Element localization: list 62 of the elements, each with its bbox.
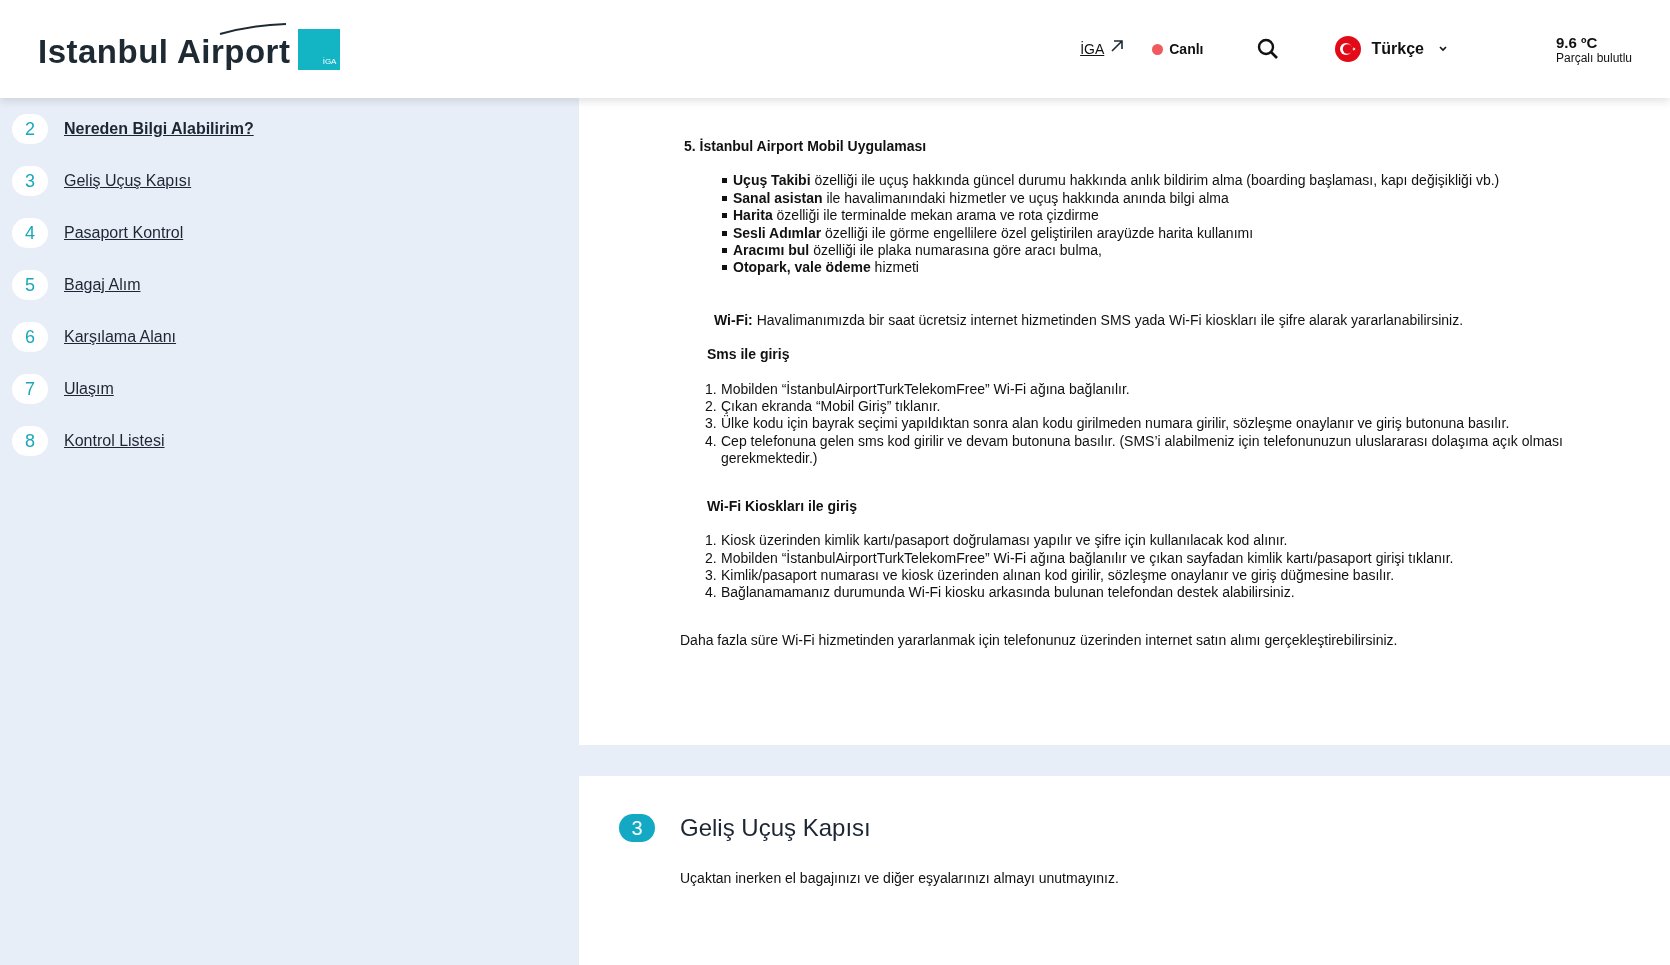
sidebar-link[interactable]: Pasaport Kontrol: [64, 224, 184, 242]
sidebar-link[interactable]: Geliş Uçuş Kapısı: [64, 172, 192, 190]
paragraph: Uçaktan inerken el bagajınızı ve diğer eşyalarınızı almayı unutmayınız.: [680, 870, 1120, 886]
list-item: Bağlanamamanız durumunda Wi-Fi kiosku arkasında bulunan telefondan destek alabilirsiniz.: [721, 584, 1295, 602]
list-item: Mobilden “İstanbulAirportTurkTelekomFree” Wi-Fi ağına bağlanılır.: [721, 380, 1130, 399]
subheading: Wi-Fi Kioskları ile giriş: [707, 497, 859, 516]
swoosh-icon: [218, 22, 288, 35]
search-icon[interactable]: [1257, 38, 1280, 60]
external-link-icon: [1110, 39, 1125, 53]
paragraph: Wi-Fi: Havalimanımızda bir saat ücretsiz internet hizmetinden SMS yada Wi-Fi kioskları ile şifre alarak yararlanabilirsiniz.: [714, 311, 1465, 330]
section-heading: 5. İstanbul Airport Mobil Uygulaması: [684, 138, 928, 156]
list-item: Cep telefonuna gelen sms kod girilir ve devam butonuna basılır. (SMS’i alabilmeniz için telefonunuzun uluslararası dolaşıma açık olması gerekmektedir.): [721, 432, 1564, 468]
live-label[interactable]: Canlı: [1169, 41, 1204, 57]
list-item: Sesli Adımlar özelliği ile görme engellilere özel geliştirilen arayüzde harita kullanımı: [733, 224, 1254, 243]
list-number: 3.: [705, 415, 718, 433]
bullet-icon: [722, 213, 727, 219]
weather-condition: Parçalı bulutlu: [1555, 50, 1632, 65]
list-number: 4.: [705, 432, 718, 451]
list-number: 3.: [705, 566, 718, 585]
sidebar-link[interactable]: Kontrol Listesi: [64, 432, 165, 450]
sidebar-link[interactable]: Nereden Bilgi Alabilirim?: [64, 120, 254, 138]
list-item: Sanal asistan ile havalimanındaki hizmetler ve uçuş hakkında anında bilgi alma: [733, 189, 1229, 208]
sidebar-link[interactable]: Karşılama Alanı: [64, 328, 177, 346]
language-select[interactable]: Türkçe: [1371, 40, 1424, 58]
list-item: Harita özelliği ile terminalde mekan arama ve rota çizdirme: [733, 207, 1099, 225]
step-number: 3: [619, 814, 655, 842]
list-number: 2.: [705, 549, 718, 567]
flag-icon: [1335, 36, 1362, 62]
logo-text[interactable]: Istanbul Airport: [38, 34, 291, 68]
step-number: 3: [12, 166, 48, 196]
bullet-icon: [722, 265, 727, 271]
section-title: Geliş Uçuş Kapısı: [680, 814, 871, 842]
iga-link[interactable]: İGA: [1080, 41, 1105, 57]
logo-badge: İGA: [298, 28, 341, 70]
sidebar-link[interactable]: Bagaj Alım: [64, 276, 141, 294]
list-number: 4.: [705, 584, 718, 602]
bullet-icon: [722, 230, 727, 236]
list-item: Mobilden “İstanbulAirportTurkTelekomFree” Wi-Fi ağına bağlanılır ve çıkan sayfadan kimlik kartı/pasaport girişi tıklanır.: [721, 549, 1454, 567]
paragraph: Daha fazla süre Wi-Fi hizmetinden yararlanmak için telefonunuz üzerinden internet satın alımı gerçekleştirebilirsiniz.: [680, 631, 1399, 650]
step-number: 7: [12, 374, 48, 404]
list-number: 2.: [705, 398, 718, 416]
list-item: Uçuş Takibi özelliği ile uçuş hakkında güncel durumu hakkında anlık bildirim alma (boarding başlaması, kapı değişikliği vb.): [733, 172, 1500, 190]
temperature: 9.6 ºC: [1555, 33, 1599, 51]
list-item: Çıkan ekranda “Mobil Giriş” tıklanır.: [721, 398, 941, 415]
list-item: Aracımı bul özelliği ile plaka numarasına göre aracı bulma,: [733, 242, 1102, 260]
list-item: Kimlik/pasaport numarası ve kiosk üzerinden alınan kod girilir, sözleşme onaylanır ve giriş düğmesine basılır.: [721, 566, 1395, 585]
step-number: 6: [12, 322, 48, 352]
subheading: Sms ile giriş: [707, 346, 791, 364]
sidebar-link[interactable]: Ulaşım: [64, 380, 114, 398]
bullet-icon: [722, 178, 727, 184]
list-item: Kiosk üzerinden kimlik kartı/pasaport doğrulaması yapılır ve şifre için kullanılacak kod alınır.: [721, 532, 1288, 550]
list-number: 1.: [705, 532, 718, 550]
step-number: 8: [12, 426, 48, 456]
list-number: 1.: [705, 380, 718, 399]
list-item: Otopark, vale ödeme hizmeti: [733, 259, 919, 277]
step-number: 5: [12, 270, 48, 300]
bullet-icon: [722, 195, 727, 201]
bullet-icon: [722, 248, 727, 254]
step-number: 4: [12, 218, 48, 248]
step-number: 2: [12, 114, 48, 144]
list-item: Ülke kodu için bayrak seçimi yapıldıktan sonra alan kodu girilmeden numara girilir, sözleşme onaylanır ve giriş butonuna basılır.: [721, 415, 1510, 433]
chevron-down-icon[interactable]: [1437, 45, 1448, 53]
